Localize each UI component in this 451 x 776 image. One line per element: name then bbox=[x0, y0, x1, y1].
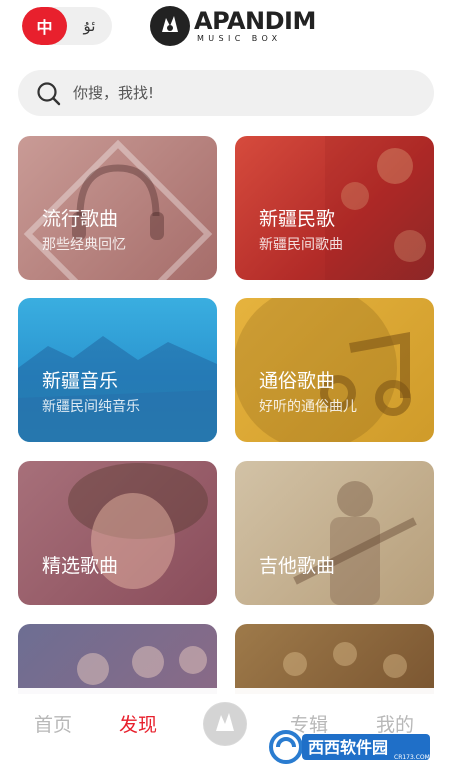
category-title: 新疆音乐 bbox=[42, 370, 119, 392]
logo-icon bbox=[150, 6, 190, 46]
category-subtitle: 那些经典回忆 bbox=[42, 237, 126, 253]
category-card-partial-2[interactable] bbox=[235, 624, 434, 694]
lang-chinese-option[interactable]: 中 bbox=[22, 7, 67, 45]
svg-text:CR173.COM: CR173.COM bbox=[394, 754, 430, 761]
singer-portrait-image bbox=[68, 463, 208, 589]
logo-icon bbox=[204, 703, 246, 745]
player-logo-button[interactable] bbox=[203, 702, 247, 746]
category-subtitle: 好听的通俗曲儿 bbox=[259, 399, 357, 415]
category-title: 通俗歌曲 bbox=[259, 370, 336, 392]
app-logo: APANDIM MUSIC BOX bbox=[150, 6, 316, 46]
nav-tab-discover[interactable]: 发现 bbox=[119, 710, 157, 737]
logo-name: APANDIM bbox=[194, 7, 316, 35]
nav-tab-home[interactable]: 首页 bbox=[34, 710, 72, 737]
lang-uyghur-option[interactable]: ئۇ bbox=[67, 7, 112, 45]
app-header: 中 ئۇ APANDIM MUSIC BOX bbox=[0, 0, 451, 60]
category-card-guitar[interactable]: 吉他歌曲 bbox=[235, 461, 434, 605]
category-title: 流行歌曲 bbox=[42, 208, 119, 230]
search-bar[interactable]: 你搜，我找! bbox=[18, 70, 434, 116]
category-subtitle: 新疆民间歌曲 bbox=[259, 237, 343, 253]
category-title: 吉他歌曲 bbox=[259, 555, 336, 577]
search-input[interactable]: 你搜，我找! bbox=[73, 70, 154, 116]
category-card-popular[interactable]: 通俗歌曲 好听的通俗曲儿 bbox=[235, 298, 434, 442]
search-icon bbox=[36, 81, 62, 107]
category-card-selected[interactable]: 精选歌曲 bbox=[18, 461, 217, 605]
category-card-xinjiang-folk[interactable]: 新疆民歌 新疆民间歌曲 bbox=[235, 136, 434, 280]
category-card-pop[interactable]: 流行歌曲 那些经典回忆 bbox=[18, 136, 217, 280]
group-photo-image bbox=[77, 646, 207, 685]
language-toggle[interactable]: 中 ئۇ bbox=[22, 7, 112, 45]
category-title: 精选歌曲 bbox=[42, 555, 119, 577]
category-title: 新疆民歌 bbox=[259, 208, 336, 230]
folk-gathering-image bbox=[283, 642, 407, 678]
svg-text:西西软件园: 西西软件园 bbox=[308, 738, 388, 757]
category-card-partial-1[interactable] bbox=[18, 624, 217, 694]
category-subtitle: 新疆民间纯音乐 bbox=[42, 399, 140, 415]
category-card-xinjiang-music[interactable]: 新疆音乐 新疆民间纯音乐 bbox=[18, 298, 217, 442]
guitarist-image bbox=[293, 481, 417, 605]
watermark-logo: 西西软件园 CR173.COM bbox=[268, 729, 434, 765]
logo-subtitle: MUSIC BOX bbox=[197, 34, 282, 43]
